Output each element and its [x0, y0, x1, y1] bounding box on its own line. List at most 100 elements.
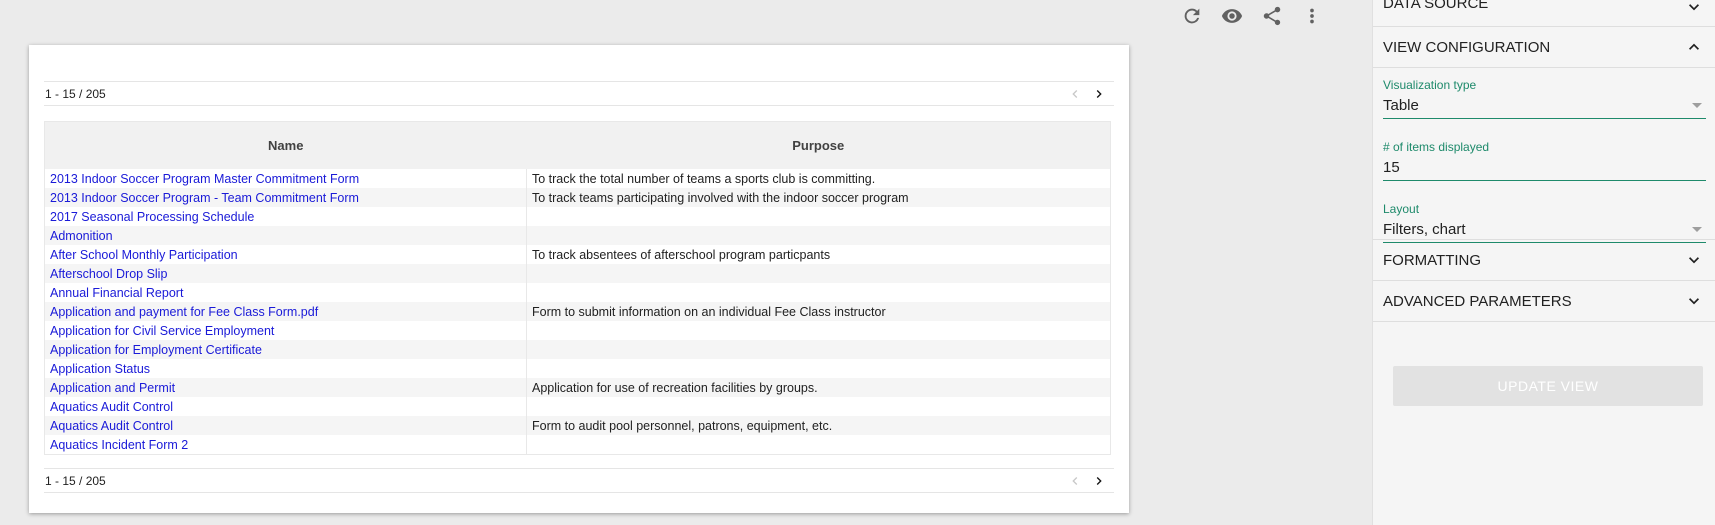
chevron-up-icon: [1689, 43, 1699, 50]
select-value: Filters, chart: [1383, 220, 1466, 238]
name-cell: Application and payment for Fee Class Fo…: [44, 302, 527, 321]
table-row: Application and Permit Application for us…: [44, 378, 1111, 397]
pager-bottom: 1 - 15 / 205: [44, 468, 1114, 493]
items-displayed-input[interactable]: 15: [1383, 154, 1706, 181]
table-row: Application and payment for Fee Class Fo…: [44, 302, 1111, 321]
chevron-down-icon: [1689, 4, 1699, 11]
view-actions: [1180, 4, 1324, 28]
data-table: Name Purpose 2013 Indoor Soccer Program …: [44, 121, 1111, 455]
field-label: Layout: [1383, 202, 1420, 216]
select-value: Table: [1383, 96, 1419, 114]
more-vert-icon[interactable]: [1300, 4, 1324, 28]
form-name-link[interactable]: Application and payment for Fee Class Fo…: [50, 305, 318, 319]
chevron-right-icon[interactable]: [1090, 85, 1108, 103]
name-cell: Application for Employment Certificate: [44, 340, 527, 359]
name-cell: Application Status: [44, 359, 527, 378]
name-cell: Application and Permit: [44, 378, 527, 397]
name-cell: Application for Civil Service Employment: [44, 321, 527, 340]
input-value: 15: [1383, 158, 1400, 176]
table-row: 2013 Indoor Soccer Program - Team Commit…: [44, 188, 1111, 207]
chevron-left-icon[interactable]: [1066, 85, 1084, 103]
column-header-purpose[interactable]: Purpose: [526, 121, 1111, 169]
pager-arrows: [1066, 85, 1114, 103]
purpose-cell: To track absentees of afterschool progra…: [526, 245, 1111, 264]
section-data-source[interactable]: DATA SOURCE: [1373, 0, 1715, 27]
table-row: Admonition: [44, 226, 1111, 245]
purpose-cell: To track teams participating involved wi…: [526, 188, 1111, 207]
table-row: Application for Civil Service Employment: [44, 321, 1111, 340]
refresh-icon[interactable]: [1180, 4, 1204, 28]
section-formatting[interactable]: FORMATTING: [1373, 240, 1715, 281]
table-body: 2013 Indoor Soccer Program Master Commit…: [44, 169, 1111, 455]
section-title: VIEW CONFIGURATION: [1383, 38, 1551, 56]
purpose-cell: [526, 321, 1111, 340]
pager-range-text: 1 - 15 / 205: [45, 473, 106, 488]
update-view-button[interactable]: UPDATE VIEW: [1393, 366, 1703, 406]
form-name-link[interactable]: 2017 Seasonal Processing Schedule: [50, 210, 254, 224]
form-name-link[interactable]: Application for Civil Service Employment: [50, 324, 274, 338]
purpose-cell: [526, 397, 1111, 416]
table-header-row: Name Purpose: [44, 121, 1111, 169]
name-cell: Afterschool Drop Slip: [44, 264, 527, 283]
purpose-cell: [526, 283, 1111, 302]
chevron-right-icon[interactable]: [1090, 472, 1108, 490]
form-name-link[interactable]: Aquatics Incident Form 2: [50, 438, 188, 452]
config-panel: DATA SOURCE VIEW CONFIGURATION Visualiza…: [1372, 0, 1715, 525]
name-cell: After School Monthly Participation: [44, 245, 527, 264]
eye-icon[interactable]: [1220, 4, 1244, 28]
field-label: Visualization type: [1383, 78, 1477, 92]
table-row: Application for Employment Certificate: [44, 340, 1111, 359]
items-displayed-field: # of items displayed 15: [1383, 130, 1706, 192]
layout-select[interactable]: Filters, chart: [1383, 216, 1706, 243]
chevron-down-icon: [1689, 257, 1699, 264]
section-view-configuration[interactable]: VIEW CONFIGURATION: [1373, 27, 1715, 68]
pager-range-text: 1 - 15 / 205: [45, 86, 106, 101]
table-row: Afterschool Drop Slip: [44, 264, 1111, 283]
table-row: Annual Financial Report: [44, 283, 1111, 302]
form-name-link[interactable]: Afterschool Drop Slip: [50, 267, 167, 281]
dropdown-caret-icon: [1692, 226, 1702, 232]
purpose-cell: [526, 207, 1111, 226]
purpose-cell: [526, 226, 1111, 245]
visualization-type-field: Visualization type Table: [1383, 68, 1706, 130]
section-advanced-parameters[interactable]: ADVANCED PARAMETERS: [1373, 281, 1715, 322]
view-configuration-body: Visualization type Table # of items disp…: [1373, 68, 1715, 243]
name-cell: Aquatics Audit Control: [44, 397, 527, 416]
form-name-link[interactable]: Application Status: [50, 362, 150, 376]
section-title: ADVANCED PARAMETERS: [1383, 292, 1572, 310]
table-card: 1 - 15 / 205 Name Purpose 2013 Indoor So…: [29, 45, 1129, 513]
table-row: Application Status: [44, 359, 1111, 378]
purpose-cell: [526, 264, 1111, 283]
table-row: 2013 Indoor Soccer Program Master Commit…: [44, 169, 1111, 188]
pager-top: 1 - 15 / 205: [44, 81, 1114, 106]
share-icon[interactable]: [1260, 4, 1284, 28]
form-name-link[interactable]: Application for Employment Certificate: [50, 343, 262, 357]
table-row: Aquatics Audit Control Form to audit pool…: [44, 416, 1111, 435]
pager-arrows: [1066, 472, 1114, 490]
form-name-link[interactable]: Aquatics Audit Control: [50, 400, 173, 414]
purpose-cell: To track the total number of teams a spo…: [526, 169, 1111, 188]
name-cell: 2017 Seasonal Processing Schedule: [44, 207, 527, 226]
purpose-cell: Form to submit information on an individ…: [526, 302, 1111, 321]
column-header-name[interactable]: Name: [44, 121, 527, 169]
purpose-cell: Application for use of recreation facili…: [526, 378, 1111, 397]
form-name-link[interactable]: Admonition: [50, 229, 113, 243]
dropdown-caret-icon: [1692, 102, 1702, 108]
form-name-link[interactable]: 2013 Indoor Soccer Program - Team Commit…: [50, 191, 359, 205]
name-cell: Aquatics Audit Control: [44, 416, 527, 435]
form-name-link[interactable]: Aquatics Audit Control: [50, 419, 173, 433]
table-row: After School Monthly Participation To tra…: [44, 245, 1111, 264]
table-row: Aquatics Incident Form 2: [44, 435, 1111, 455]
form-name-link[interactable]: Annual Financial Report: [50, 286, 183, 300]
field-label: # of items displayed: [1383, 140, 1490, 154]
section-title: FORMATTING: [1383, 251, 1482, 269]
form-name-link[interactable]: Application and Permit: [50, 381, 175, 395]
visualization-type-select[interactable]: Table: [1383, 92, 1706, 119]
form-name-link[interactable]: After School Monthly Participation: [50, 248, 238, 262]
purpose-cell: [526, 435, 1111, 455]
purpose-cell: [526, 340, 1111, 359]
chevron-down-icon: [1689, 298, 1699, 305]
form-name-link[interactable]: 2013 Indoor Soccer Program Master Commit…: [50, 172, 359, 186]
chevron-left-icon[interactable]: [1066, 472, 1084, 490]
name-cell: 2013 Indoor Soccer Program - Team Commit…: [44, 188, 527, 207]
